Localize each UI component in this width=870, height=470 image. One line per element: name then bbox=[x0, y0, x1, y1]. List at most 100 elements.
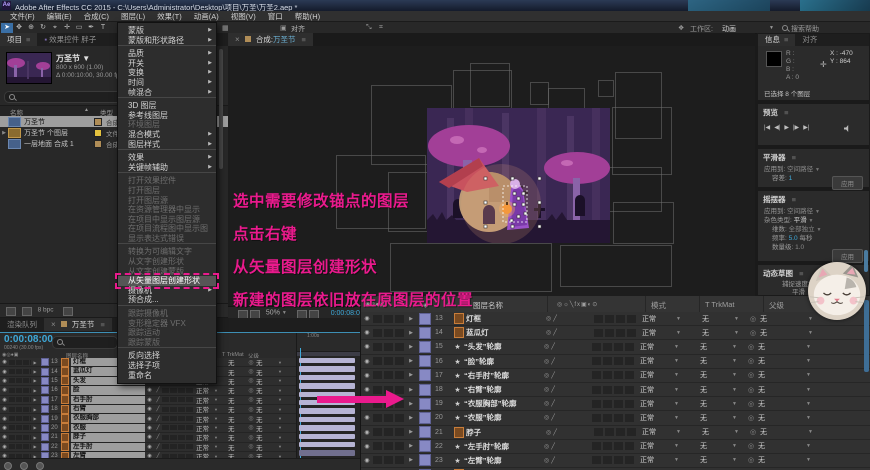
transport-button[interactable]: ▶ bbox=[784, 124, 789, 131]
layer-name[interactable]: “左手肘”轮廓 bbox=[464, 441, 544, 452]
panel-menu-icon[interactable]: ≡ bbox=[792, 195, 796, 204]
mode-dropdown-icon[interactable]: ▼ bbox=[674, 344, 686, 350]
parent-dropdown-icon[interactable]: ▼ bbox=[278, 435, 285, 440]
context-menu-item[interactable]: 变换 ▶ bbox=[118, 68, 216, 78]
layer-switches[interactable]: ◎╱ bbox=[544, 443, 592, 450]
quality-icon[interactable]: ╱ bbox=[154, 425, 162, 431]
trkmat-value[interactable]: 无 bbox=[702, 328, 734, 338]
eye-icon[interactable]: ◉ bbox=[0, 416, 9, 422]
expander-icon[interactable]: ▶ bbox=[405, 344, 417, 350]
label-color[interactable] bbox=[419, 312, 431, 325]
av-toggles[interactable] bbox=[373, 413, 405, 422]
parent-pickwhip-icon[interactable]: ◎ bbox=[246, 406, 256, 413]
av-toggles[interactable] bbox=[373, 456, 405, 465]
context-menu-item[interactable]: 跟踪摄像机 ▶ bbox=[118, 309, 216, 319]
switch-boxes[interactable] bbox=[162, 397, 194, 403]
switch-boxes[interactable] bbox=[162, 416, 194, 422]
label-color[interactable] bbox=[419, 440, 431, 453]
shy-icon[interactable]: ◉ bbox=[145, 387, 154, 393]
trkmat-value[interactable]: 无 bbox=[700, 455, 732, 465]
mode-dropdown-icon[interactable]: ▼ bbox=[214, 397, 221, 402]
mode-dropdown-icon[interactable]: ▼ bbox=[214, 444, 221, 449]
eye-icon[interactable]: ◉ bbox=[0, 369, 9, 375]
trkmat-value[interactable]: 无 bbox=[700, 356, 732, 366]
context-menu-item[interactable]: 变形稳定器 VFX ▶ bbox=[118, 319, 216, 329]
mode-dropdown-icon[interactable]: ▼ bbox=[214, 416, 221, 421]
smoother-apply-button[interactable]: 应用 bbox=[832, 176, 863, 190]
menu-item[interactable]: 图层(L) bbox=[115, 11, 151, 22]
layer-bar[interactable] bbox=[299, 450, 355, 456]
mode-dropdown-icon[interactable]: ▼ bbox=[674, 387, 686, 393]
motionblur-toggle-icon[interactable] bbox=[36, 462, 45, 470]
label-color[interactable] bbox=[419, 355, 431, 368]
context-menu-item[interactable]: 从文字创建形状 ▶ bbox=[118, 257, 216, 267]
mute-icon[interactable] bbox=[844, 125, 851, 134]
layer-row[interactable]: ◉ ▶ 14 蓝瓜灯 ◎╱ 正常 ▼ 无 ▼ ◎ 无 ▼ bbox=[361, 326, 870, 341]
mode-dropdown-icon[interactable]: ▼ bbox=[674, 401, 686, 407]
title-bar[interactable]: Ae Adobe After Effects CC 2015 - C:\User… bbox=[0, 0, 870, 11]
parent-pickwhip-icon[interactable]: ◎ bbox=[246, 434, 256, 441]
blend-mode[interactable]: 正常 bbox=[638, 427, 676, 437]
parent-dropdown-icon[interactable]: ▼ bbox=[278, 388, 285, 393]
parent-dropdown-icon[interactable]: ▼ bbox=[278, 444, 285, 449]
col-parent[interactable]: 父级 bbox=[769, 300, 784, 311]
current-timecode[interactable]: 0:00:08:00 bbox=[4, 334, 53, 345]
context-menu-item[interactable]: 反向选择 ▶ bbox=[118, 351, 216, 361]
parent-value[interactable]: 无 bbox=[760, 314, 808, 324]
expander-icon[interactable]: ▶ bbox=[405, 372, 417, 378]
expander-icon[interactable]: ▶ bbox=[31, 416, 39, 421]
label-color[interactable] bbox=[419, 369, 431, 382]
tool-button[interactable]: ⊕ bbox=[25, 23, 37, 33]
trkmat-dropdown-icon[interactable]: ▼ bbox=[732, 344, 744, 350]
shy-icon[interactable]: ◉ bbox=[145, 434, 154, 440]
context-menu-item[interactable]: 3D 图层 ▶ bbox=[118, 101, 216, 111]
context-menu-item[interactable]: 品质 ▶ bbox=[118, 49, 216, 59]
layer-switches[interactable]: ◎╱ bbox=[544, 343, 592, 350]
tab-info[interactable]: 信息 ≡ bbox=[758, 34, 796, 46]
mode-dropdown-icon[interactable]: ▼ bbox=[214, 388, 221, 393]
expander-icon[interactable]: ▶ bbox=[405, 443, 417, 449]
av-toggles[interactable] bbox=[9, 397, 31, 403]
tolerance-row[interactable]: 容差: 1 bbox=[772, 172, 792, 182]
transport-button[interactable]: |▶ bbox=[793, 124, 799, 131]
eye-icon[interactable]: ◉ bbox=[361, 343, 373, 350]
parent-pickwhip-icon[interactable]: ◎ bbox=[246, 387, 256, 394]
context-menu-item[interactable]: 参考线图层 ▶ bbox=[118, 111, 216, 121]
tab-effect-controls[interactable]: ▪ 效果控件 胖子 bbox=[37, 33, 104, 46]
blend-mode[interactable]: 正常 bbox=[638, 328, 676, 338]
shy-icon[interactable]: ◉ bbox=[145, 406, 154, 412]
parent-dropdown-icon[interactable]: ▼ bbox=[808, 330, 820, 336]
trkmat-dropdown-icon[interactable]: ▼ bbox=[732, 457, 744, 463]
trkmat-value[interactable]: 无 bbox=[702, 314, 734, 324]
parent-dropdown-icon[interactable]: ▼ bbox=[278, 425, 285, 430]
tool-button[interactable]: ▭ bbox=[73, 23, 85, 33]
mode-dropdown-icon[interactable]: ▼ bbox=[676, 316, 688, 322]
expander-icon[interactable]: ▶ bbox=[405, 316, 417, 322]
trkmat-dropdown-icon[interactable]: ▼ bbox=[732, 372, 744, 378]
trkmat-value[interactable]: 无 bbox=[700, 385, 732, 395]
context-menu-item[interactable]: 摄像机 ▶ bbox=[118, 286, 216, 296]
switch-boxes[interactable] bbox=[162, 434, 194, 440]
av-toggles[interactable] bbox=[9, 425, 31, 431]
parent-dropdown-icon[interactable]: ▼ bbox=[806, 372, 818, 378]
tab-project[interactable]: 项目 ≡ bbox=[0, 33, 38, 46]
parent-value[interactable]: 无 bbox=[758, 356, 806, 366]
expander-icon[interactable]: ▶ bbox=[31, 360, 39, 365]
label-color-swatch[interactable] bbox=[94, 128, 102, 137]
eye-icon[interactable]: ◉ bbox=[361, 457, 373, 464]
parent-value[interactable]: 无 bbox=[760, 328, 808, 338]
item-name[interactable]: 一层地面 合成 1 bbox=[24, 139, 86, 149]
blend-mode[interactable]: 正常 bbox=[638, 314, 676, 324]
eye-icon[interactable]: ◉ bbox=[0, 378, 9, 384]
eye-icon[interactable]: ◉ bbox=[361, 429, 373, 436]
parent-dropdown-icon[interactable]: ▼ bbox=[278, 369, 285, 374]
blend-mode[interactable]: 正常 bbox=[636, 370, 674, 380]
quality-icon[interactable]: ╱ bbox=[154, 397, 162, 403]
layer-bar[interactable] bbox=[299, 383, 355, 389]
transport-button[interactable]: |◀ bbox=[764, 124, 770, 131]
parent-pickwhip-icon[interactable]: ◎ bbox=[744, 414, 758, 422]
panel-menu-icon[interactable]: ≡ bbox=[784, 35, 788, 44]
av-toggles[interactable] bbox=[9, 369, 31, 375]
blend-mode[interactable]: 正常 bbox=[636, 399, 674, 409]
label-color[interactable] bbox=[41, 376, 49, 385]
